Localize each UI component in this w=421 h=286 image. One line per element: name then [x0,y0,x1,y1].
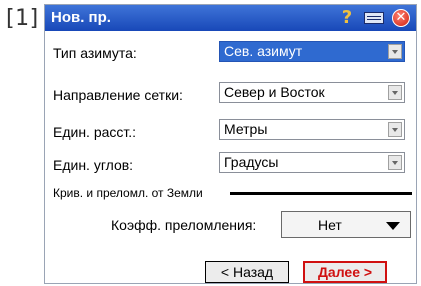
angle-units-select[interactable]: Градусы [219,152,405,173]
window-title: Нов. пр. [51,9,111,26]
close-icon[interactable]: ✕ [392,9,410,27]
help-icon[interactable]: ? [338,9,356,27]
grid-direction-select[interactable]: Север и Восток [219,82,405,103]
curvature-section-header: Крив. и преломл. от Земли [53,186,412,202]
next-button[interactable]: Далее > [303,261,387,283]
azimuth-type-value: Сев. азимут [224,43,303,59]
dialog-window: Нов. пр. ? ✕ Тип азимута: Сев. азимут На… [44,4,417,284]
distance-units-label: Един. расст.: [53,124,137,140]
angle-units-value: Градусы [224,154,279,170]
grid-direction-label: Направление сетки: [53,87,183,103]
azimuth-type-select[interactable]: Сев. азимут [219,41,405,62]
back-button[interactable]: < Назад [205,261,289,283]
chevron-down-icon[interactable] [388,44,402,59]
refraction-coef-select[interactable]: Нет [281,211,411,238]
title-bar: Нов. пр. ? ✕ [45,5,416,31]
reference-marker: [1] [6,6,39,31]
grid-direction-value: Север и Восток [224,84,325,100]
keyboard-icon[interactable] [364,12,384,24]
chevron-down-icon[interactable] [388,122,402,137]
chevron-down-icon[interactable] [388,85,402,100]
refraction-coef-value: Нет [318,217,342,233]
curvature-section-title: Крив. и преломл. от Земли [53,186,203,200]
triangle-down-icon[interactable] [386,222,400,230]
distance-units-value: Метры [224,121,268,137]
section-divider [230,192,412,195]
distance-units-select[interactable]: Метры [219,119,405,140]
angle-units-label: Един. углов: [53,157,134,173]
azimuth-type-label: Тип азимута: [53,45,137,61]
refraction-coef-label: Коэфф. преломления: [111,217,257,233]
chevron-down-icon[interactable] [388,155,402,170]
